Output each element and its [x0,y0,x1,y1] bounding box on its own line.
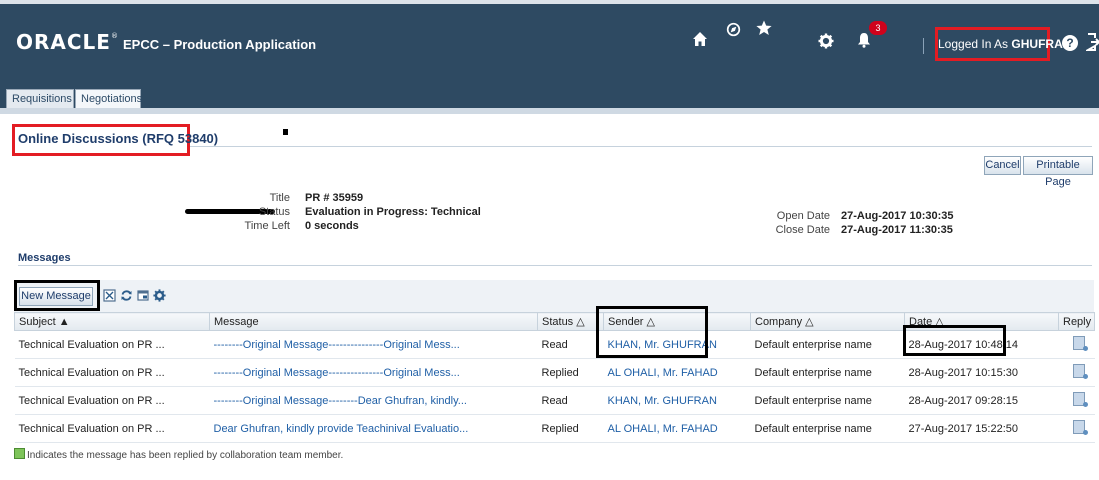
cancel-button[interactable]: Cancel [984,156,1021,175]
reply-icon[interactable] [1072,364,1088,379]
signout-icon[interactable] [1084,33,1099,56]
sender-highlight [596,306,708,358]
reply-icon[interactable] [1072,336,1088,351]
star-icon[interactable] [756,20,772,41]
title-divider [190,146,1092,147]
sender-link[interactable]: AL OHALI, Mr. FAHAD [603,358,751,387]
reply-cell [1058,358,1095,387]
status-cell: Replied [537,414,604,443]
status-cell: Read [537,386,604,415]
subject-cell: Technical Evaluation on PR ... [14,330,210,359]
tab-negotiations[interactable]: Negotiations [75,89,142,108]
reply-icon[interactable] [1072,392,1088,407]
subject-cell: Technical Evaluation on PR ... [14,358,210,387]
reply-cell [1058,330,1095,359]
table-row: Technical Evaluation on PR ... --------O… [14,358,1095,387]
messages-heading: Messages [18,252,71,264]
sender-link[interactable]: KHAN, Mr. GHUFRAN [603,386,751,415]
help-icon[interactable]: ? [1062,35,1078,51]
header-separator [923,38,924,54]
company-cell: Default enterprise name [750,358,905,387]
close-date-label: Close Date [775,224,830,236]
status-cell: Read [537,330,604,359]
table-row: Technical Evaluation on PR ... --------O… [14,386,1095,415]
date-highlight [903,325,1006,356]
replied-footnote: Indicates the message has been replied b… [14,448,343,461]
message-link[interactable]: --------Original Message---------------O… [209,358,538,387]
column-header-reply: Reply [1058,312,1095,331]
company-cell: Default enterprise name [750,414,905,443]
date-cell: 28-Aug-2017 10:15:30 [904,358,1059,387]
app-title: EPCC – Production Application [123,37,317,52]
stray-mark [283,129,288,135]
messages-divider [18,265,1092,266]
status-cell: Replied [537,358,604,387]
reply-icon[interactable] [1072,420,1088,435]
compass-icon[interactable] [726,21,741,42]
status-label: Status [258,206,290,218]
column-header-message: Message [209,312,538,331]
column-header-subject[interactable]: Subject ▲ [14,312,210,331]
close-date-value: 27-Aug-2017 11:30:35 [841,224,953,236]
open-date-label: Open Date [776,210,830,222]
column-header-company[interactable]: Company △ [750,312,905,331]
column-header-status[interactable]: Status △ [537,312,604,331]
page-title: Online Discussions (RFQ 53840) [18,131,219,146]
reply-cell [1058,414,1095,443]
company-cell: Default enterprise name [750,330,905,359]
replied-indicator-icon [14,448,25,459]
subject-cell: Technical Evaluation on PR ... [14,414,210,443]
refresh-icon[interactable] [120,289,133,305]
subject-cell: Technical Evaluation on PR ... [14,386,210,415]
date-cell: 28-Aug-2017 09:28:15 [904,386,1059,415]
open-date-value: 27-Aug-2017 10:30:35 [841,210,954,222]
export-icon[interactable] [103,289,116,305]
new-message-highlight [14,280,100,311]
time-left-label: Time Left [244,220,290,232]
footnote-text: Indicates the message has been replied b… [27,450,344,461]
company-cell: Default enterprise name [750,386,905,415]
settings-icon[interactable] [153,289,166,305]
tab-bar-rule [0,108,1099,114]
messages-toolbar [14,280,1094,312]
message-link[interactable]: --------Original Message--------Dear Ghu… [209,386,538,415]
title-value: PR # 35959 [305,192,364,204]
app-header: ORACLE® EPCC – Production Application 3 … [0,0,1099,84]
notification-badge: 3 [869,21,887,35]
gear-icon[interactable] [818,33,834,54]
home-icon[interactable] [692,31,708,52]
date-cell: 27-Aug-2017 15:22:50 [904,414,1059,443]
message-link[interactable]: --------Original Message---------------O… [209,330,538,359]
tab-requisitions[interactable]: Requisitions [6,89,74,108]
reply-cell [1058,386,1095,415]
time-left-value: 0 seconds [305,220,359,232]
message-link[interactable]: Dear Ghufran, kindly provide Teachinival… [209,414,538,443]
bell-icon[interactable] [857,32,871,53]
oracle-logo: ORACLE® [16,30,119,54]
logged-in-user[interactable]: Logged In As GHUFRAN [935,27,1071,61]
table-row: Technical Evaluation on PR ... Dear Ghuf… [14,414,1095,443]
status-value: Evaluation in Progress: Technical [305,206,481,218]
printable-page-button[interactable]: Printable Page [1023,156,1093,188]
sender-link[interactable]: AL OHALI, Mr. FAHAD [603,414,751,443]
title-label: Title [269,192,290,204]
detach-icon[interactable] [137,289,150,305]
